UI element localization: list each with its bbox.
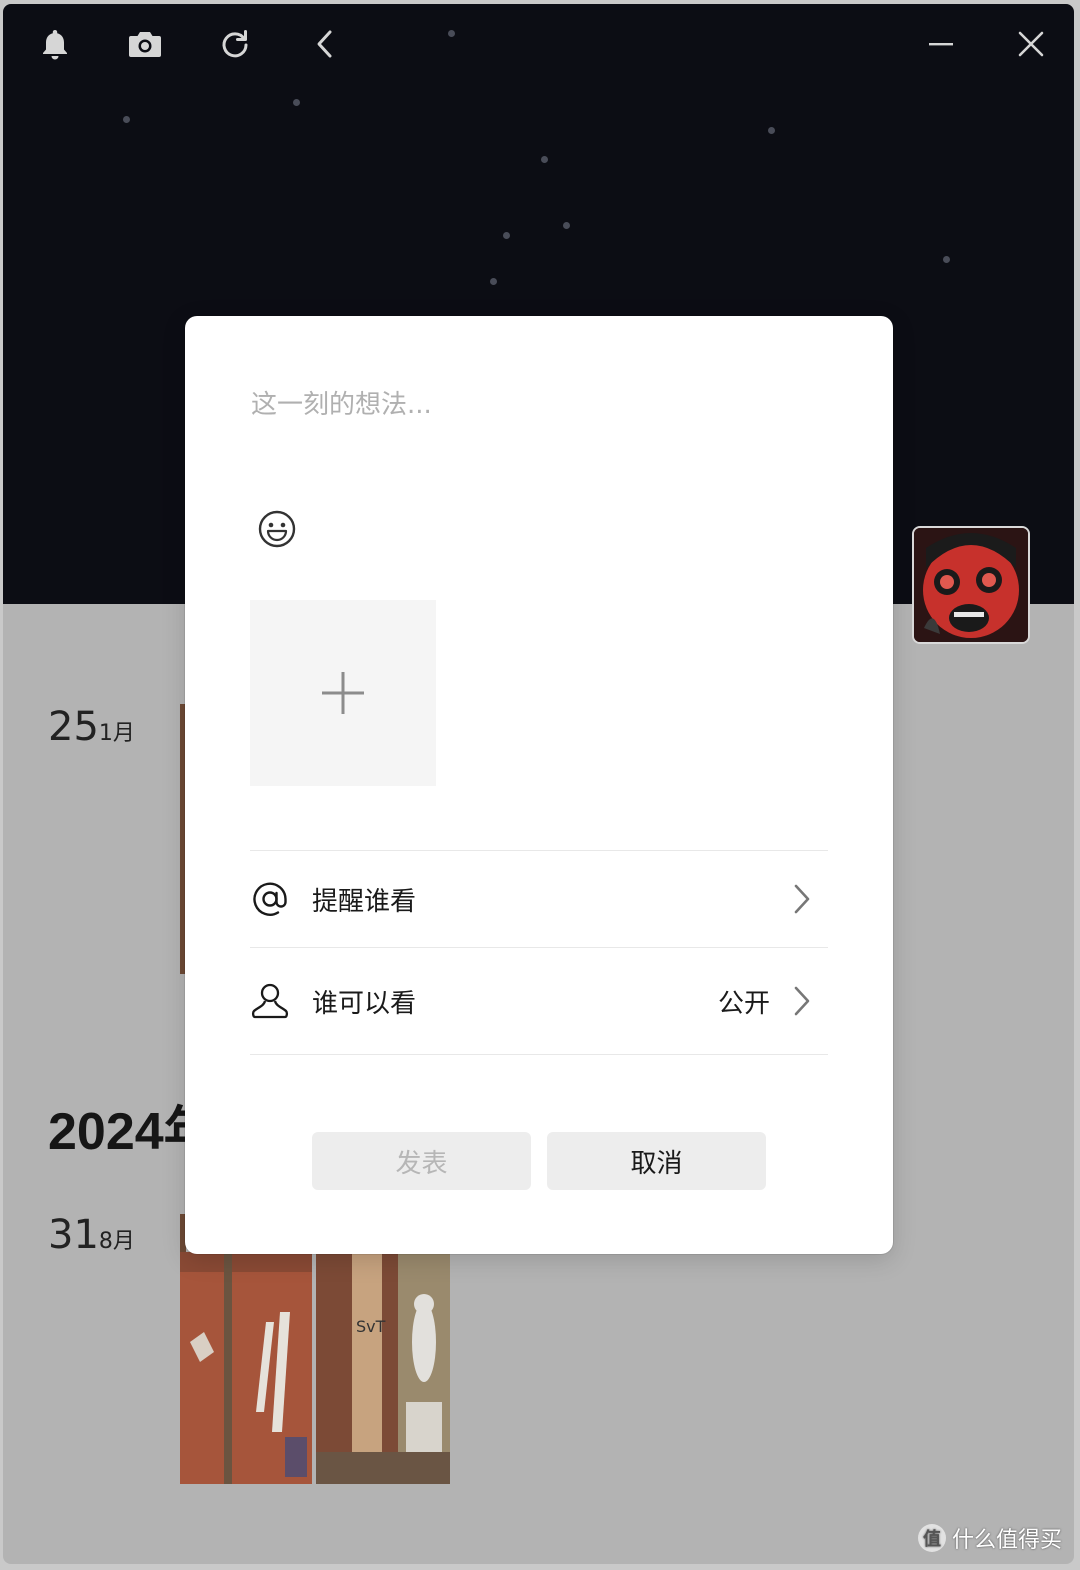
visibility-row[interactable]: 谁可以看 公开 (250, 956, 828, 1046)
at-icon (250, 877, 294, 921)
chevron-right-icon (794, 884, 810, 914)
cancel-button[interactable]: 取消 (547, 1132, 766, 1190)
visibility-value: 公开 (717, 988, 770, 1019)
divider (250, 1054, 828, 1055)
emoji-icon[interactable] (257, 509, 297, 549)
watermark: 值 什么值得买 (917, 1522, 1062, 1554)
remind-who-label: 提醒谁看 (312, 886, 417, 917)
chevron-right-icon (794, 986, 810, 1016)
divider (250, 850, 828, 851)
divider (250, 947, 828, 948)
plus-icon (322, 672, 364, 714)
watermark-logo-icon: 值 (917, 1524, 946, 1552)
thought-input[interactable] (251, 382, 821, 428)
add-photo-button[interactable] (250, 600, 436, 786)
person-icon (250, 979, 294, 1023)
moments-window: 251月 2024年 318月 SvT 这一刻的想法... 提醒谁看 谁可以看 … (3, 4, 1074, 1564)
watermark-text: 什么值得买 (951, 1528, 1062, 1553)
visibility-label: 谁可以看 (312, 988, 417, 1019)
post-button[interactable]: 发表 (312, 1132, 531, 1190)
remind-who-row[interactable]: 提醒谁看 (250, 854, 828, 944)
post-dialog: 提醒谁看 谁可以看 公开 发表 取消 (185, 316, 893, 1254)
